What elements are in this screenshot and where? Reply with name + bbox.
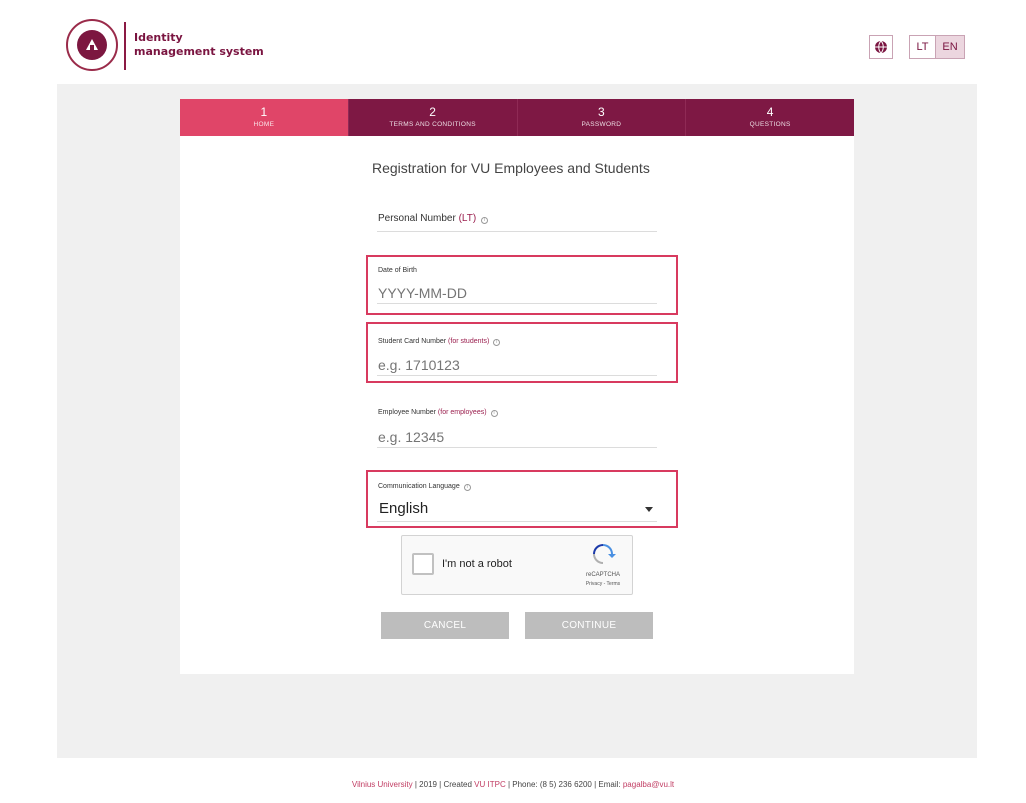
step-terms[interactable]: 2 TERMS AND CONDITIONS <box>348 99 518 136</box>
footer-university-link[interactable]: Vilnius University <box>352 780 413 789</box>
step-label: PASSWORD <box>581 121 622 128</box>
step-questions[interactable]: 4 QUESTIONS <box>686 99 854 136</box>
personal-number-label: Personal Number (LT) i <box>378 213 488 224</box>
step-password[interactable]: 3 PASSWORD <box>517 99 687 136</box>
cancel-button[interactable]: CANCEL <box>381 612 509 639</box>
step-home[interactable]: 1 HOME <box>180 99 349 136</box>
employee-number-hint: (for employees) <box>437 409 487 416</box>
communication-language-label: Communication Language i <box>378 483 471 491</box>
employee-number-label-text: Employee Number <box>378 409 436 416</box>
recaptcha-label: I'm not a robot <box>442 558 512 570</box>
communication-language-label-text: Communication Language <box>378 483 460 490</box>
footer: Vilnius University | 2019 | Created VU I… <box>0 780 1026 789</box>
chevron-down-icon[interactable] <box>645 507 653 512</box>
recaptcha-links[interactable]: Privacy - Terms <box>575 581 631 587</box>
footer-text: | 2019 | Created <box>412 780 475 789</box>
university-seal-logo[interactable] <box>66 19 118 71</box>
student-card-label: Student Card Number (for students) i <box>378 338 501 346</box>
lang-lt-button[interactable]: LT <box>909 35 935 59</box>
logo-divider <box>124 22 126 70</box>
step-number: 2 <box>429 105 436 119</box>
date-of-birth-input[interactable] <box>378 283 656 303</box>
step-number: 1 <box>260 105 268 119</box>
lang-en-button[interactable]: EN <box>935 35 965 59</box>
employee-number-input[interactable] <box>378 428 656 446</box>
footer-email-link[interactable]: pagalba@vu.lt <box>623 780 674 789</box>
language-globe-button[interactable] <box>869 35 893 59</box>
continue-button[interactable]: CONTINUE <box>525 612 653 639</box>
date-of-birth-underline <box>377 303 657 304</box>
communication-language-underline <box>377 521 657 522</box>
seal-emblem-icon <box>77 30 107 60</box>
employee-number-label: Employee Number (for employees) i <box>378 409 498 417</box>
step-number: 3 <box>598 105 605 119</box>
app-title-line2: management system <box>134 45 264 58</box>
globe-icon <box>875 40 887 54</box>
personal-number-underline <box>377 231 657 232</box>
recaptcha-checkbox[interactable] <box>412 553 434 575</box>
recaptcha-widget: I'm not a robot reCAPTCHA Privacy - Term… <box>401 535 633 595</box>
recaptcha-brand: reCAPTCHA <box>585 572 620 578</box>
info-icon[interactable]: i <box>490 410 498 417</box>
employee-number-underline <box>377 447 657 448</box>
student-card-label-text: Student Card Number <box>378 338 447 345</box>
header: Identity management system LT EN <box>0 0 1026 84</box>
date-of-birth-label: Date of Birth <box>378 267 417 274</box>
app-title-line1: Identity <box>134 31 183 44</box>
personal-number-input[interactable] <box>378 226 656 230</box>
step-label: HOME <box>253 121 275 128</box>
personal-number-hint: (LT) <box>458 213 477 224</box>
communication-language-highlight <box>366 470 678 528</box>
student-card-input[interactable] <box>378 356 656 374</box>
app-title: Identity management system <box>134 31 264 59</box>
step-label: TERMS AND CONDITIONS <box>389 121 476 128</box>
info-icon[interactable]: i <box>480 217 488 224</box>
step-number: 4 <box>766 105 774 119</box>
page-title: Registration for VU Employees and Studen… <box>372 160 650 176</box>
registration-steps: 1 HOME 2 TERMS AND CONDITIONS 3 PASSWORD… <box>180 99 854 136</box>
info-icon[interactable]: i <box>493 339 501 346</box>
personal-number-label-text: Personal Number <box>378 213 456 224</box>
recaptcha-logo-icon <box>593 544 616 564</box>
info-icon[interactable]: i <box>463 484 471 491</box>
footer-text: | Phone: (8 5) 236 6200 | Email: <box>505 780 623 789</box>
footer-itpc-link[interactable]: VU ITPC <box>474 780 506 789</box>
step-label: QUESTIONS <box>749 121 791 128</box>
student-card-hint: (for students) <box>448 338 490 345</box>
communication-language-select[interactable]: English <box>379 500 428 517</box>
student-card-underline <box>377 375 657 376</box>
